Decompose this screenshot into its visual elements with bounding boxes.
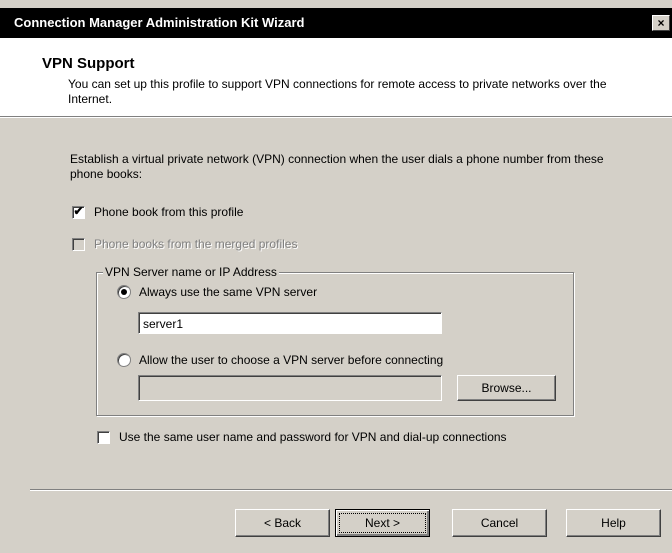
check-icon: ✔ (73, 204, 84, 218)
allow-choose-server-radio[interactable] (117, 353, 131, 367)
same-credentials-checkbox[interactable] (97, 431, 110, 444)
footer-divider (30, 489, 672, 491)
vpn-server-value: server1 (143, 317, 184, 331)
cancel-button[interactable]: Cancel (452, 509, 547, 537)
wizard-window: Connection Manager Administration Kit Wi… (0, 0, 672, 553)
same-credentials-label[interactable]: Use the same user name and password for … (119, 430, 507, 445)
phonebook-profile-label[interactable]: Phone book from this profile (94, 205, 243, 220)
always-same-server-label[interactable]: Always use the same VPN server (139, 285, 317, 300)
phonebook-merged-label: Phone books from the merged profiles (94, 237, 298, 251)
vpn-file-input[interactable] (138, 375, 442, 401)
window-title: Connection Manager Administration Kit Wi… (14, 15, 305, 30)
page-subtitle: You can set up this profile to support V… (68, 77, 607, 106)
back-button[interactable]: < Back (235, 509, 330, 537)
allow-choose-server-label[interactable]: Allow the user to choose a VPN server be… (139, 353, 443, 368)
next-button[interactable]: Next > (335, 509, 430, 537)
title-bar[interactable]: Connection Manager Administration Kit Wi… (0, 8, 672, 38)
wizard-header: VPN Support You can set up this profile … (0, 38, 672, 116)
header-divider (0, 116, 672, 118)
phonebook-profile-checkbox[interactable]: ✔ (72, 204, 85, 219)
phonebook-merged-checkbox[interactable] (72, 238, 85, 251)
help-button[interactable]: Help (566, 509, 661, 537)
close-icon[interactable]: × (652, 15, 670, 31)
browse-button[interactable]: Browse... (457, 375, 556, 401)
always-same-server-radio[interactable] (117, 285, 131, 299)
instruction-text: Establish a virtual private network (VPN… (70, 152, 604, 181)
page-title: VPN Support (42, 55, 135, 72)
vpn-server-group-label: VPN Server name or IP Address (103, 265, 279, 280)
radio-selected-dot (121, 289, 127, 295)
vpn-server-input[interactable]: server1 (138, 312, 442, 334)
